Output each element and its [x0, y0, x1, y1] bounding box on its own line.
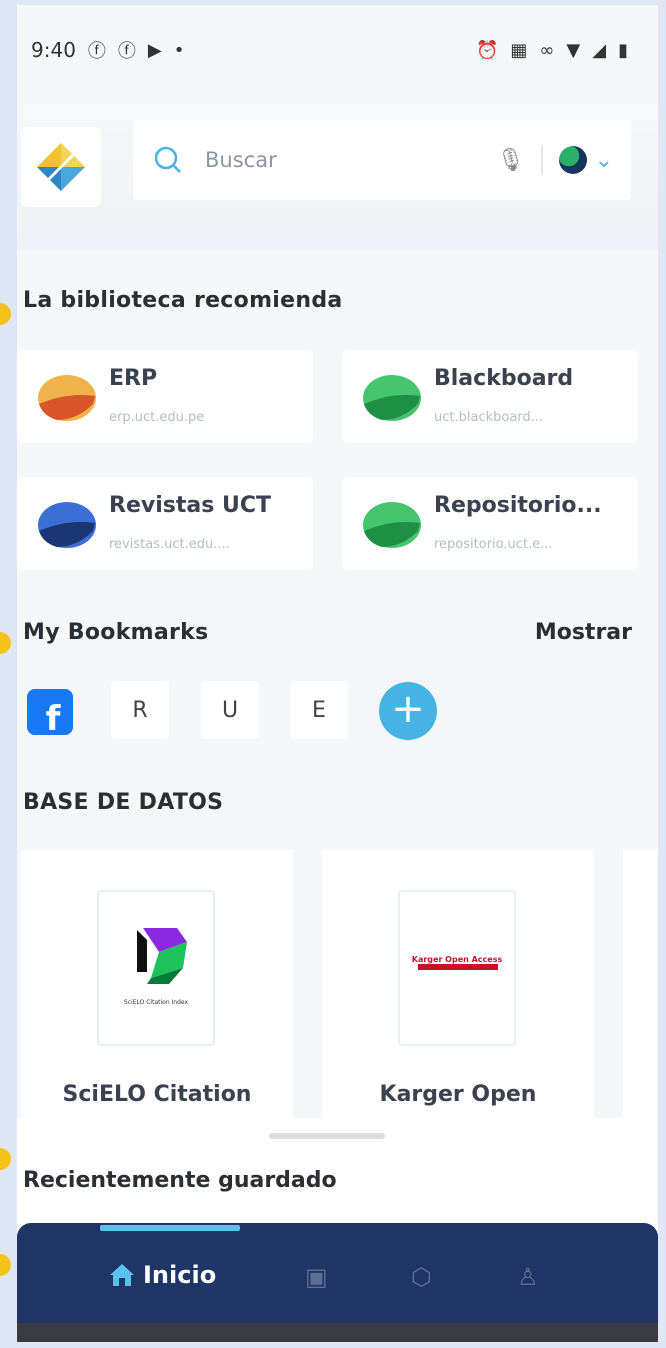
blackboard-icon	[363, 375, 421, 421]
karger-logo: Karger Open Access	[398, 890, 516, 1046]
search-input[interactable]	[205, 140, 497, 180]
recommend-card-blackboard[interactable]: Blackboard uct.blackboard...	[342, 350, 638, 443]
link-icon: ∞	[539, 39, 555, 61]
database-card-scielo[interactable]: SciELO Citation Index SciELO Citation	[21, 850, 293, 1118]
card-url: revistas.uct.edu....	[109, 537, 230, 552]
user-icon[interactable]: ♙	[517, 1263, 539, 1291]
annotation-dot	[0, 303, 11, 325]
divider	[540, 145, 543, 175]
status-time: 9:40	[31, 38, 76, 62]
wifi-icon: ▼	[566, 39, 581, 61]
card-url: uct.blackboard...	[434, 410, 544, 425]
nav-home[interactable]: Inicio	[109, 1261, 216, 1289]
card-title: Blackboard	[434, 366, 574, 391]
search-icon	[154, 146, 181, 173]
phone-screen: 9:40 ⓕ ⓕ ▶ • ⏰ ▦ ∞ ▼ ◢ ▮ Buscar 🎙 ⌄ La b…	[17, 5, 658, 1342]
book-icon[interactable]: ▣	[305, 1263, 328, 1291]
system-nav-bar	[17, 1323, 658, 1342]
bookmark-u[interactable]: U	[201, 681, 259, 739]
bottom-nav: Inicio ▣ ⬡ ♙	[17, 1223, 658, 1323]
card-url: repositorio.uct.e...	[434, 537, 553, 552]
app-logo[interactable]	[21, 127, 101, 207]
annotation-dot	[0, 1148, 11, 1170]
repositorio-icon	[363, 502, 421, 548]
drag-handle[interactable]	[269, 1133, 385, 1139]
thumb-caption: Karger Open Access	[412, 955, 503, 964]
facebook-icon: ⓕ	[87, 41, 106, 62]
database-name: Karger Open	[379, 1082, 537, 1107]
signal-icon: ◢	[592, 39, 607, 61]
search-bar[interactable]: 🎙 ⌄	[133, 120, 631, 200]
show-bookmarks-button[interactable]: Mostrar	[535, 620, 632, 645]
recommend-card-repositorio[interactable]: Repositorio... repositorio.uct.e...	[342, 477, 638, 570]
app-header: 🎙 ⌄	[17, 105, 658, 250]
battery-icon: ▮	[618, 39, 628, 61]
card-title: ERP	[109, 366, 158, 391]
recommend-card-erp[interactable]: ERP erp.uct.edu.pe	[17, 350, 313, 443]
logo-icon	[37, 143, 85, 191]
recent-sheet[interactable]: Recientemente guardado	[17, 1118, 658, 1238]
globe-icon[interactable]	[558, 146, 587, 174]
active-tab-indicator	[100, 1225, 240, 1231]
facebook-icon: ⓕ	[117, 41, 136, 62]
nav-home-label: Inicio	[143, 1261, 217, 1289]
facebook-bookmark[interactable]: f	[27, 689, 73, 735]
recommend-section-title: La biblioteca recomienda	[23, 288, 343, 313]
bookmark-r[interactable]: R	[111, 681, 169, 739]
alarm-icon: ⏰	[475, 39, 499, 61]
facebook-icon: f	[45, 699, 61, 735]
database-name: SciELO Citation	[62, 1082, 252, 1107]
add-bookmark-button[interactable]: +	[379, 682, 437, 740]
dot-icon: •	[173, 39, 185, 61]
erp-icon	[38, 375, 96, 421]
database-card-partial[interactable]	[623, 850, 658, 1118]
status-bar: 9:40 ⓕ ⓕ ▶ • ⏰ ▦ ∞ ▼ ◢ ▮	[17, 5, 658, 95]
databases-title: BASE DE DATOS	[23, 790, 224, 815]
youtube-icon: ▶	[147, 39, 162, 61]
bookmark-e[interactable]: E	[290, 681, 348, 739]
annotation-dot	[0, 1254, 11, 1276]
scielo-icon: SciELO Citation Index	[124, 928, 189, 1006]
scielo-logo: SciELO Citation Index	[97, 890, 215, 1046]
calendar-icon: ▦	[510, 39, 528, 61]
home-icon	[110, 1264, 134, 1286]
chevron-down-icon[interactable]: ⌄	[595, 148, 613, 173]
card-url: erp.uct.edu.pe	[109, 410, 205, 425]
stack-icon[interactable]: ⬡	[411, 1263, 432, 1291]
card-title: Revistas UCT	[109, 493, 271, 518]
annotation-dot	[0, 632, 11, 654]
database-card-karger[interactable]: Karger Open Access Karger Open	[322, 850, 594, 1118]
thumb-caption: SciELO Citation Index	[124, 999, 189, 1006]
recommend-card-revistas[interactable]: Revistas UCT revistas.uct.edu....	[17, 477, 313, 570]
recent-title: Recientemente guardado	[23, 1168, 337, 1193]
bookmarks-title: My Bookmarks	[23, 620, 209, 645]
microphone-icon[interactable]: 🎙	[497, 148, 525, 173]
karger-icon: Karger Open Access	[412, 955, 503, 970]
revistas-icon	[38, 502, 96, 548]
card-title: Repositorio...	[434, 493, 602, 518]
